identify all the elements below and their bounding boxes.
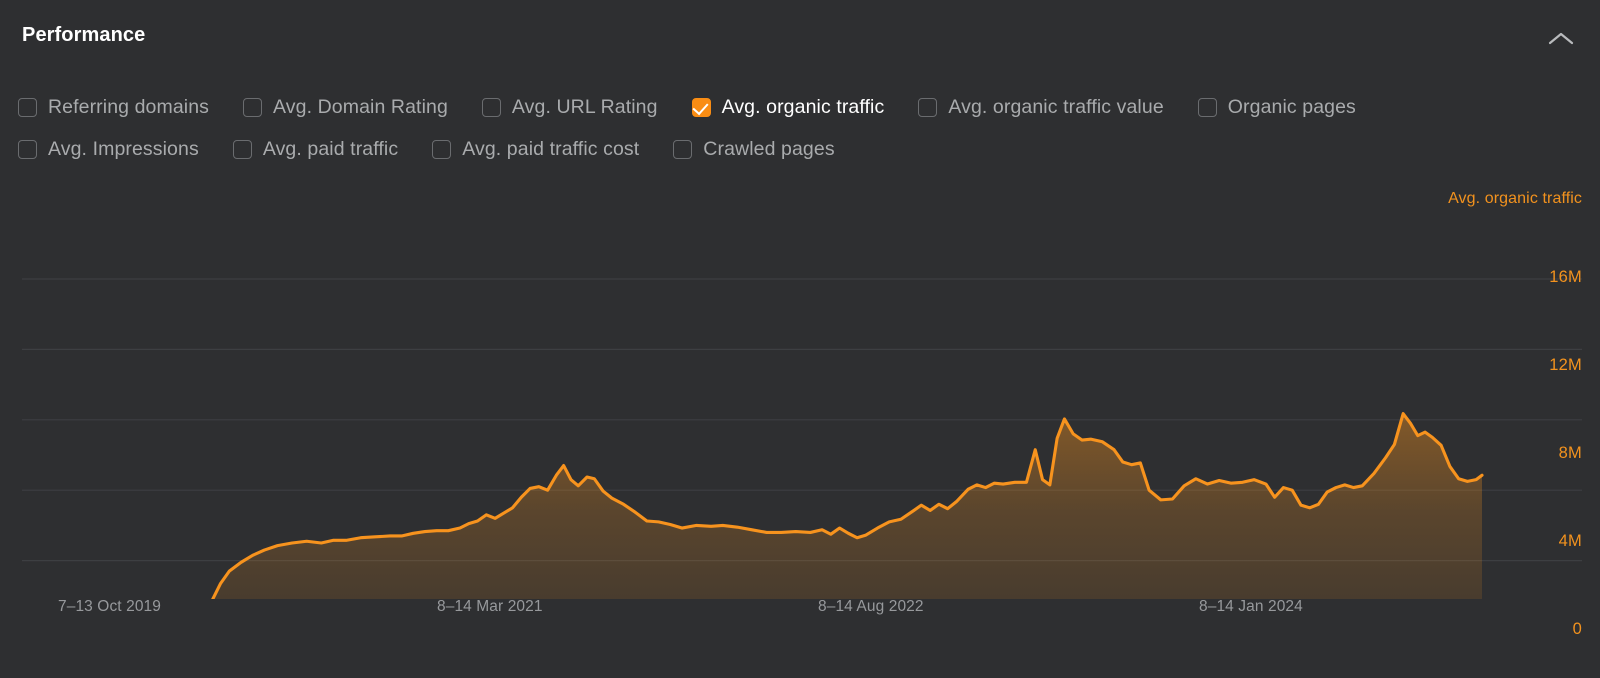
chart-x-axis: 7–13 Oct 2019 8–14 Mar 2021 8–14 Aug 202… bbox=[0, 598, 1600, 638]
checkbox-avg-organic-traffic-value[interactable] bbox=[918, 98, 937, 117]
x-tick-label: 7–13 Oct 2019 bbox=[58, 598, 161, 616]
metric-label: Avg. paid traffic bbox=[263, 138, 398, 161]
checkbox-avg-paid-traffic-cost[interactable] bbox=[432, 140, 451, 159]
page-title: Performance bbox=[22, 24, 145, 47]
metric-label: Organic pages bbox=[1228, 96, 1356, 119]
metric-toggle-organic-pages[interactable]: Organic pages bbox=[1198, 96, 1356, 119]
x-tick-label: 8–14 Jan 2024 bbox=[1199, 598, 1303, 616]
metric-label: Avg. Impressions bbox=[48, 138, 199, 161]
y-tick-label: 4M bbox=[1559, 532, 1582, 551]
metric-label: Avg. organic traffic value bbox=[948, 96, 1163, 119]
metric-toggle-avg-organic-traffic-value[interactable]: Avg. organic traffic value bbox=[918, 96, 1163, 119]
y-tick-label: 8M bbox=[1559, 444, 1582, 463]
y-tick-label: 16M bbox=[1549, 268, 1582, 287]
checkbox-avg-organic-traffic[interactable] bbox=[692, 98, 711, 117]
checkbox-crawled-pages[interactable] bbox=[673, 140, 692, 159]
metric-toggle-avg-organic-traffic[interactable]: Avg. organic traffic bbox=[692, 96, 885, 119]
x-tick-label: 8–14 Aug 2022 bbox=[818, 598, 924, 616]
metric-toggle-avg-url-rating[interactable]: Avg. URL Rating bbox=[482, 96, 658, 119]
metric-row-1: Referring domains Avg. Domain Rating Avg… bbox=[18, 86, 1578, 128]
performance-card: Performance Referring domains Avg. Domai… bbox=[0, 0, 1600, 678]
metric-label: Avg. organic traffic bbox=[722, 96, 885, 119]
y-tick-label: 12M bbox=[1549, 356, 1582, 375]
metric-toggle-avg-paid-traffic-cost[interactable]: Avg. paid traffic cost bbox=[432, 138, 639, 161]
metric-label: Avg. Domain Rating bbox=[273, 96, 448, 119]
metric-toggle-referring-domains[interactable]: Referring domains bbox=[18, 96, 209, 119]
collapse-toggle-button[interactable] bbox=[1540, 18, 1582, 60]
chevron-up-icon bbox=[1548, 31, 1574, 47]
check-icon bbox=[692, 98, 708, 114]
chart-y-axis: 16M 12M 8M 4M 0 bbox=[0, 224, 1600, 644]
metric-toggle-avg-paid-traffic[interactable]: Avg. paid traffic bbox=[233, 138, 398, 161]
checkbox-avg-domain-rating[interactable] bbox=[243, 98, 262, 117]
checkbox-avg-paid-traffic[interactable] bbox=[233, 140, 252, 159]
checkbox-organic-pages[interactable] bbox=[1198, 98, 1217, 117]
metric-label: Avg. paid traffic cost bbox=[462, 138, 639, 161]
performance-chart: Avg. organic traffic 16M 12M 8M 4M bbox=[0, 190, 1600, 650]
metric-toggle-avg-impressions[interactable]: Avg. Impressions bbox=[18, 138, 199, 161]
metric-toggle-avg-domain-rating[interactable]: Avg. Domain Rating bbox=[243, 96, 448, 119]
metric-toggle-crawled-pages[interactable]: Crawled pages bbox=[673, 138, 834, 161]
chart-series-legend: Avg. organic traffic bbox=[1448, 190, 1582, 208]
metric-toggle-list: Referring domains Avg. Domain Rating Avg… bbox=[18, 86, 1578, 170]
metric-label: Referring domains bbox=[48, 96, 209, 119]
card-header: Performance bbox=[0, 0, 1600, 70]
x-tick-label: 8–14 Mar 2021 bbox=[437, 598, 543, 616]
checkbox-avg-impressions[interactable] bbox=[18, 140, 37, 159]
checkbox-referring-domains[interactable] bbox=[18, 98, 37, 117]
metric-label: Avg. URL Rating bbox=[512, 96, 658, 119]
metric-row-2: Avg. Impressions Avg. paid traffic Avg. … bbox=[18, 128, 1578, 170]
metric-label: Crawled pages bbox=[703, 138, 834, 161]
checkbox-avg-url-rating[interactable] bbox=[482, 98, 501, 117]
